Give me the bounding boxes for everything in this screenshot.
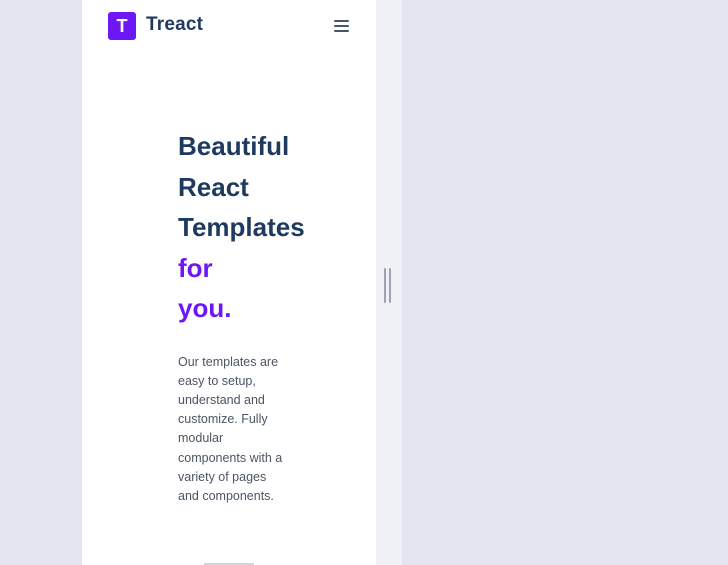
menu-bar-top [334,20,349,22]
viewport-canvas: T Treact Beautiful React Templates for y… [0,0,728,565]
logo-letter: T [116,16,128,36]
resize-gutter [376,0,402,565]
hamburger-menu-icon[interactable] [332,17,352,35]
resize-handle[interactable] [384,268,391,303]
resize-grip-bar [389,268,391,303]
hero-section: Beautiful React Templates for you. Our t… [178,126,368,506]
hero-heading-line: React [178,171,249,202]
device-preview-frame: T Treact Beautiful React Templates for y… [82,0,376,565]
resize-grip-bar [384,268,386,303]
hero-heading-accent: for [178,252,213,283]
hero-description: Our templates are easy to setup, underst… [178,354,283,503]
brand-name-link[interactable]: Treact [146,14,203,36]
hero-heading-line: Beautiful [178,131,290,161]
menu-bar-bottom [334,30,349,32]
hero-heading-accent: you. [178,293,232,323]
menu-bar-middle [334,25,349,27]
logo-icon[interactable]: T [108,12,136,40]
hero-heading-line: Templates [178,212,305,242]
navbar: T Treact [82,0,376,52]
hero-heading: Beautiful React Templates for you. [178,126,368,329]
